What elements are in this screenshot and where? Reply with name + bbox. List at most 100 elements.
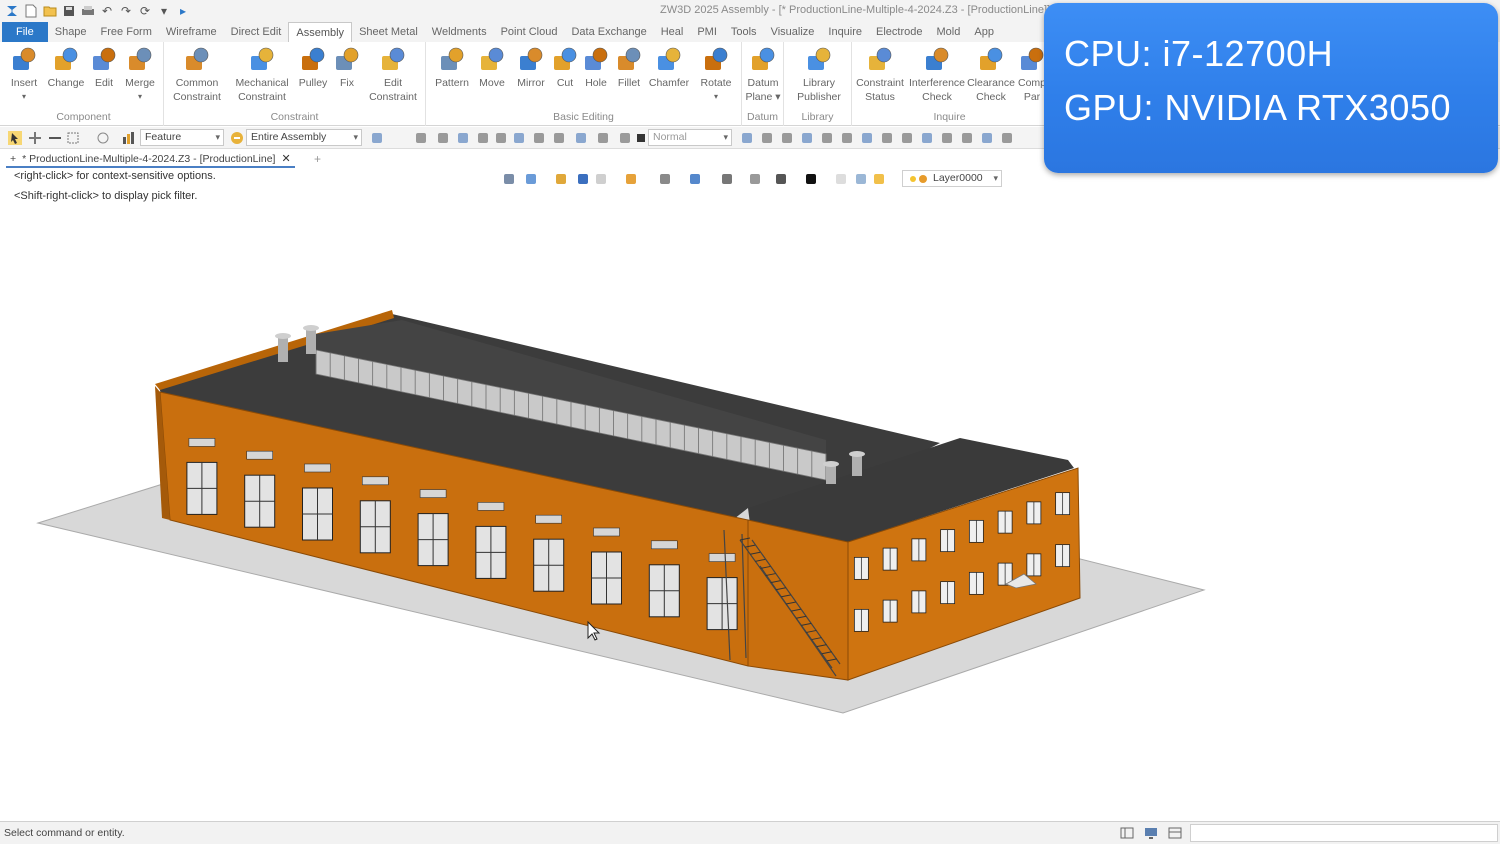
fix-button[interactable]: Fix <box>325 46 369 90</box>
view-tool-15-icon[interactable] <box>872 172 886 186</box>
tab-shape[interactable]: Shape <box>48 22 94 42</box>
tab-pmi[interactable]: PMI <box>690 22 724 42</box>
add-tab-button[interactable]: + <box>314 152 321 166</box>
tab-visualize[interactable]: Visualize <box>764 22 822 42</box>
select-tool-2-icon[interactable] <box>414 131 428 145</box>
assembly-scope-icon[interactable] <box>230 131 244 145</box>
box-select-icon[interactable] <box>66 131 80 145</box>
library-publisher-button[interactable]: Library Publisher <box>797 46 841 104</box>
view-tool-7-icon[interactable] <box>658 172 672 186</box>
insert-button[interactable]: Insert ▾ <box>2 46 46 104</box>
sketch-tool-7-icon[interactable] <box>860 131 874 145</box>
tab-assembly[interactable]: Assembly <box>288 22 353 42</box>
snap-icon[interactable] <box>28 131 42 145</box>
sketch-tool-8-icon[interactable] <box>880 131 894 145</box>
interference-check-button[interactable]: Interference Check <box>909 46 965 104</box>
app-icon[interactable] <box>4 3 20 19</box>
rotate-button[interactable]: Rotate ▾ <box>694 46 738 104</box>
view-tool-8-icon[interactable] <box>688 172 702 186</box>
play-icon[interactable]: ▸ <box>175 3 191 19</box>
close-icon[interactable]: ✕ <box>281 152 290 165</box>
select-tool-3-icon[interactable] <box>436 131 450 145</box>
fillet-button[interactable]: Fillet <box>607 46 651 90</box>
tab-file[interactable]: File <box>2 22 48 42</box>
select-tool-5-icon[interactable] <box>476 131 490 145</box>
dropdown-arrow-icon[interactable]: ▾ <box>714 90 718 104</box>
tab-weldments[interactable]: Weldments <box>425 22 494 42</box>
save-icon[interactable] <box>61 3 77 19</box>
command-input[interactable] <box>1190 824 1498 842</box>
view-tool-11-icon[interactable] <box>774 172 788 186</box>
pin-icon[interactable]: + <box>10 153 16 165</box>
edit-constraint-button[interactable]: Edit Constraint <box>369 46 417 104</box>
dropdown-arrow-icon[interactable]: ▾ <box>138 90 142 104</box>
tab-electrode[interactable]: Electrode <box>869 22 929 42</box>
document-tab[interactable]: + * ProductionLine-Multiple-4-2024.Z3 - … <box>6 151 295 168</box>
line-style-dropdown[interactable]: Normal <box>648 129 732 146</box>
view-tool-12-icon[interactable] <box>804 172 818 186</box>
sketch-tool-6-icon[interactable] <box>840 131 854 145</box>
mechanical-constraint-button[interactable]: Mechanical Constraint <box>235 46 289 104</box>
view-tool-9-icon[interactable] <box>720 172 734 186</box>
open-icon[interactable] <box>42 3 58 19</box>
tab-data-exchange[interactable]: Data Exchange <box>564 22 653 42</box>
select-tool-8-icon[interactable] <box>532 131 546 145</box>
print-icon[interactable] <box>80 3 96 19</box>
dropdown-arrow-icon[interactable]: ▾ <box>22 90 26 104</box>
panel-icon[interactable] <box>1168 826 1182 840</box>
sketch-tool-14-icon[interactable] <box>1000 131 1014 145</box>
tab-free-form[interactable]: Free Form <box>94 22 159 42</box>
sketch-tool-1-icon[interactable] <box>740 131 754 145</box>
merge-button[interactable]: Merge ▾ <box>118 46 162 104</box>
datum-plane-button[interactable]: Datum Plane ▾ <box>741 46 785 104</box>
tab-direct-edit[interactable]: Direct Edit <box>224 22 289 42</box>
layout-icon[interactable] <box>1120 826 1134 840</box>
scope-dropdown[interactable]: Entire Assembly <box>246 129 362 146</box>
select-arrow-icon[interactable] <box>8 131 22 145</box>
sketch-tool-11-icon[interactable] <box>940 131 954 145</box>
sketch-tool-4-icon[interactable] <box>800 131 814 145</box>
new-icon[interactable] <box>23 3 39 19</box>
sketch-tool-3-icon[interactable] <box>780 131 794 145</box>
constraint-status-button[interactable]: Constraint Status <box>856 46 904 104</box>
view-tool-6-icon[interactable] <box>624 172 638 186</box>
tab-mold[interactable]: Mold <box>930 22 968 42</box>
move-button[interactable]: Move <box>470 46 514 90</box>
select-tool-12-icon[interactable] <box>618 131 632 145</box>
select-tool-10-icon[interactable] <box>574 131 588 145</box>
view-tool-2-icon[interactable] <box>524 172 538 186</box>
view-tool-14-icon[interactable] <box>854 172 868 186</box>
view-tool-4-icon[interactable] <box>576 172 590 186</box>
view-tool-10-icon[interactable] <box>748 172 762 186</box>
tab-heal[interactable]: Heal <box>654 22 691 42</box>
clearance-check-button[interactable]: Clearance Check <box>967 46 1015 104</box>
common-constraint-button[interactable]: Common Constraint <box>173 46 221 104</box>
sketch-tool-5-icon[interactable] <box>820 131 834 145</box>
tab-inquire[interactable]: Inquire <box>821 22 869 42</box>
tab-tools[interactable]: Tools <box>724 22 764 42</box>
building-model[interactable] <box>0 168 1500 820</box>
sketch-tool-10-icon[interactable] <box>920 131 934 145</box>
filter-icon[interactable] <box>122 131 136 145</box>
select-tool-9-icon[interactable] <box>552 131 566 145</box>
sketch-tool-2-icon[interactable] <box>760 131 774 145</box>
view-tool-5-icon[interactable] <box>594 172 608 186</box>
regen-icon[interactable]: ⟳ <box>137 3 153 19</box>
view-tool-3-icon[interactable] <box>554 172 568 186</box>
pattern-button[interactable]: Pattern <box>430 46 474 90</box>
tab-app[interactable]: App <box>967 22 1001 42</box>
sketch-tool-13-icon[interactable] <box>980 131 994 145</box>
line-icon[interactable] <box>48 131 62 145</box>
select-tool-1-icon[interactable] <box>370 131 384 145</box>
tab-point-cloud[interactable]: Point Cloud <box>494 22 565 42</box>
select-tool-11-icon[interactable] <box>596 131 610 145</box>
undo-icon[interactable]: ↶ <box>99 3 115 19</box>
view-tool-1-icon[interactable] <box>502 172 516 186</box>
view-tool-13-icon[interactable] <box>834 172 848 186</box>
sketch-tool-12-icon[interactable] <box>960 131 974 145</box>
lasso-icon[interactable] <box>96 131 110 145</box>
chamfer-button[interactable]: Chamfer <box>647 46 691 90</box>
pick-filter-dropdown[interactable]: Feature <box>140 129 224 146</box>
3d-viewport[interactable]: <right-click> for context-sensitive opti… <box>0 168 1500 820</box>
select-tool-6-icon[interactable] <box>494 131 508 145</box>
